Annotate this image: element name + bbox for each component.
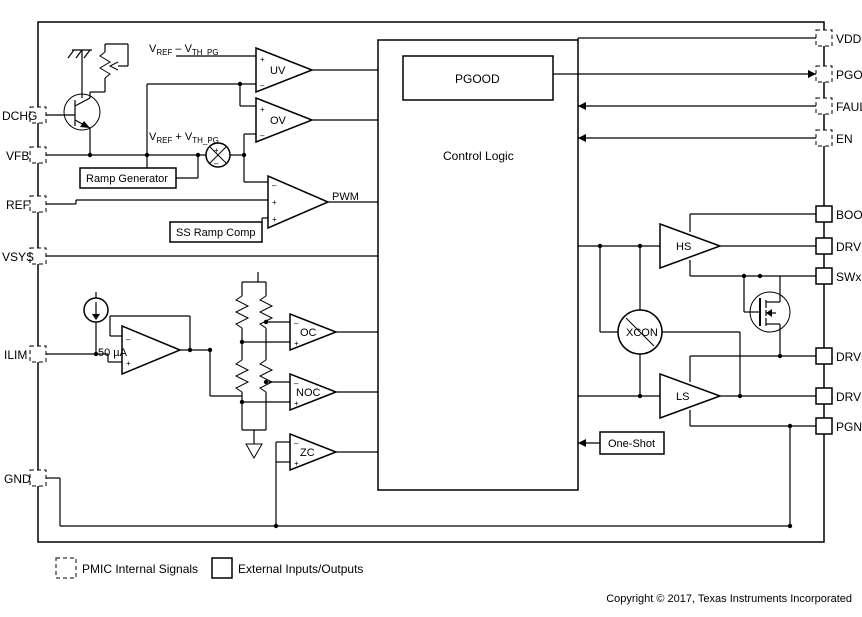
pin-vdd bbox=[816, 30, 832, 46]
ramp-gen-label: Ramp Generator bbox=[86, 173, 168, 185]
svg-text:–: – bbox=[272, 181, 277, 190]
pgood-block-label: PGOOD bbox=[455, 72, 500, 86]
svg-text:–: – bbox=[260, 131, 265, 140]
svg-text:+: + bbox=[272, 198, 277, 207]
svg-text:+: + bbox=[214, 146, 219, 155]
pin-drvhx-label: DRVHx bbox=[836, 240, 862, 254]
pin-swx-label: SWx bbox=[836, 270, 861, 284]
svg-text:–: – bbox=[294, 319, 299, 328]
uv-label: UV bbox=[270, 65, 286, 77]
pin-drv5v bbox=[816, 348, 832, 364]
pin-drvlx-label: DRVLx bbox=[836, 390, 862, 404]
svg-text:–: – bbox=[214, 159, 219, 168]
svg-text:+: + bbox=[126, 359, 131, 368]
control-logic-block bbox=[378, 40, 578, 490]
noc-label: NOC bbox=[296, 387, 321, 399]
ov-label: OV bbox=[270, 115, 287, 127]
pin-pgndsnsx-label: PGNDSNSx bbox=[836, 420, 862, 434]
pin-drv5v-label: DRV5V_x_x bbox=[836, 350, 862, 364]
pin-ilim-label: ILIM bbox=[4, 348, 27, 362]
pin-fault bbox=[816, 98, 832, 114]
legend-solid-icon bbox=[212, 558, 232, 578]
i50-label: 50 µA bbox=[98, 347, 128, 359]
pin-bootx bbox=[816, 206, 832, 222]
legend-dashed-icon bbox=[56, 558, 76, 578]
pin-bootx-label: BOOTx bbox=[836, 208, 862, 222]
pin-swx bbox=[816, 268, 832, 284]
pin-ref-label: REF bbox=[6, 198, 30, 212]
legend-pmic-label: PMIC Internal Signals bbox=[82, 562, 198, 576]
xcon-label: XCON bbox=[626, 327, 658, 339]
zc-label: ZC bbox=[300, 447, 315, 459]
pin-vfb-label: VFB bbox=[6, 149, 29, 163]
pin-en bbox=[816, 130, 832, 146]
svg-text:+: + bbox=[294, 339, 299, 348]
svg-text:+: + bbox=[294, 399, 299, 408]
pin-drvhx bbox=[816, 238, 832, 254]
pin-ref bbox=[30, 196, 46, 212]
svg-text:–: – bbox=[260, 81, 265, 90]
svg-text:+: + bbox=[294, 459, 299, 468]
pin-pgndsnsx bbox=[816, 418, 832, 434]
svg-text:–: – bbox=[126, 335, 131, 344]
svg-text:–: – bbox=[294, 439, 299, 448]
svg-text:–: – bbox=[294, 379, 299, 388]
pin-en-label: EN bbox=[836, 132, 853, 146]
pin-drvlx bbox=[816, 388, 832, 404]
pin-gnd-label: GND bbox=[4, 472, 31, 486]
block-diagram: DCHG VFB REF VSYS ILIM GND VDD PGOOD FAU… bbox=[0, 0, 862, 617]
svg-text:+: + bbox=[260, 55, 265, 64]
pin-pgood-label: PGOOD bbox=[836, 68, 862, 82]
pin-dchg-label: DCHG bbox=[2, 109, 37, 123]
ls-label: LS bbox=[676, 391, 689, 403]
pin-vsys-label: VSYS bbox=[2, 250, 34, 264]
pin-vfb bbox=[30, 147, 46, 163]
svg-text:+: + bbox=[260, 105, 265, 114]
pin-pgood bbox=[816, 66, 832, 82]
pin-fault-label: FAULT bbox=[836, 100, 862, 114]
control-logic-label: Control Logic bbox=[443, 149, 514, 163]
legend-extio-label: External Inputs/Outputs bbox=[238, 562, 363, 576]
pin-ilim bbox=[30, 346, 46, 362]
pin-vdd-label: VDD bbox=[836, 32, 862, 46]
oc-label: OC bbox=[300, 327, 317, 339]
svg-text:+: + bbox=[272, 215, 277, 224]
copyright-text: Copyright © 2017, Texas Instruments Inco… bbox=[606, 593, 852, 605]
pwm-label: PWM bbox=[332, 191, 359, 203]
pin-gnd bbox=[30, 470, 46, 486]
hs-label: HS bbox=[676, 241, 691, 253]
ss-ramp-label: SS Ramp Comp bbox=[176, 227, 255, 239]
one-shot-label: One-Shot bbox=[608, 438, 655, 450]
